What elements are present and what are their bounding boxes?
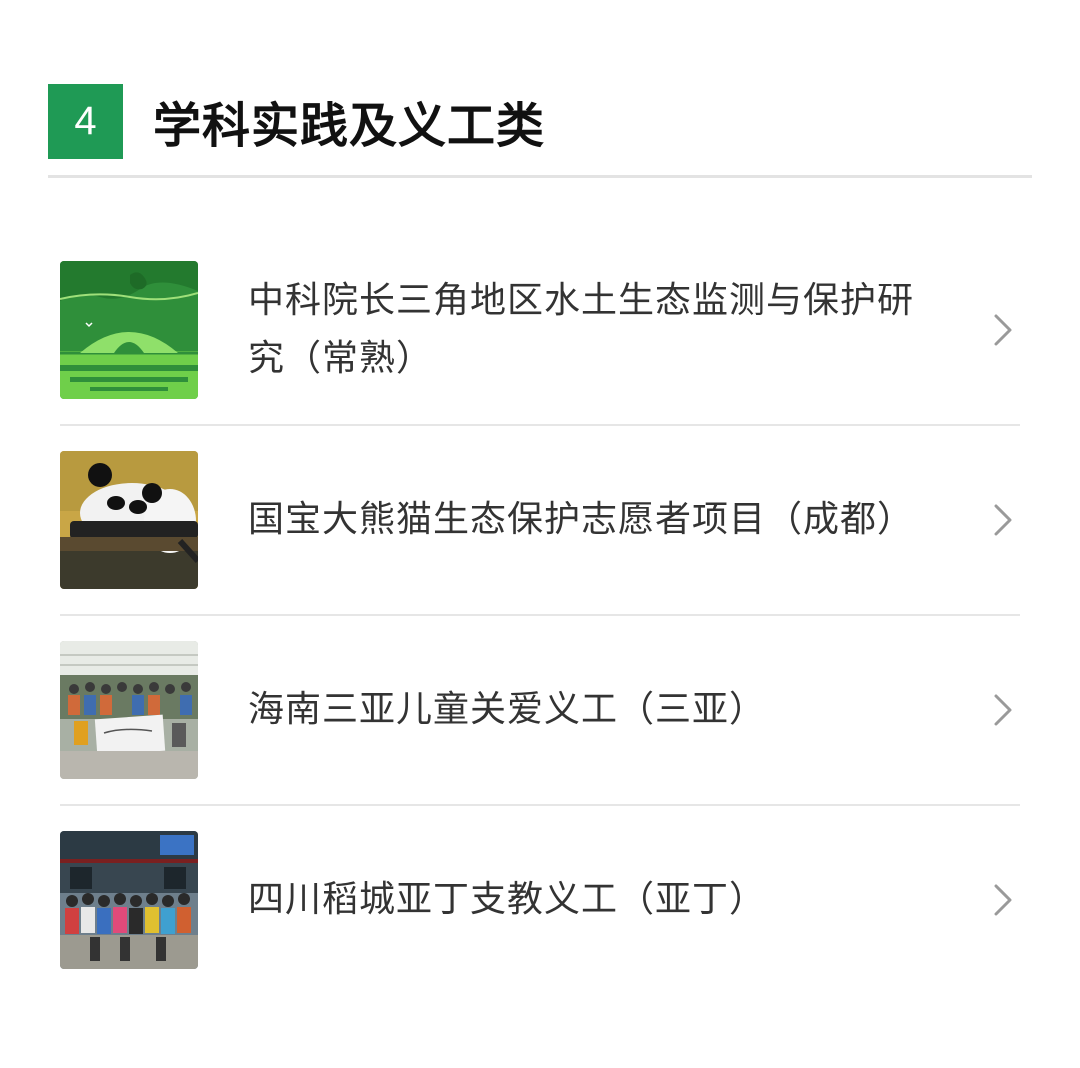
section-number-badge: 4 [48, 83, 123, 159]
list-item-label: 国宝大熊猫生态保护志愿者项目（成都） [248, 499, 915, 540]
list-item-label: 海南三亚儿童关爱义工（三亚） [248, 689, 767, 730]
list-item-label: 中科院长三角地区水土生态监测与保护研究（常熟） [248, 280, 915, 379]
group-photo-thumbnail [60, 831, 198, 969]
list-item-label: 四川稻城亚丁支教义工（亚丁） [248, 879, 767, 920]
group-photo-thumbnail [60, 641, 198, 779]
section-title: 学科实践及义工类 [153, 98, 546, 154]
section-header: 4 学科实践及义工类 [48, 83, 546, 159]
list-item[interactable]: 四川稻城亚丁支教义工（亚丁） [60, 806, 1020, 994]
header-divider [48, 175, 1032, 178]
chevron-right-icon [992, 882, 1016, 918]
chevron-right-icon [992, 692, 1016, 728]
chevron-right-icon [992, 312, 1016, 348]
landscape-thumbnail [60, 261, 198, 399]
project-list: 中科院长三角地区水土生态监测与保护研究（常熟） 国宝大熊猫生态保护志愿者项目（成… [60, 236, 1020, 994]
list-item[interactable]: 国宝大熊猫生态保护志愿者项目（成都） [60, 426, 1020, 616]
chevron-right-icon [992, 502, 1016, 538]
list-item[interactable]: 中科院长三角地区水土生态监测与保护研究（常熟） [60, 236, 1020, 426]
list-item[interactable]: 海南三亚儿童关爱义工（三亚） [60, 616, 1020, 806]
panda-thumbnail [60, 451, 198, 589]
